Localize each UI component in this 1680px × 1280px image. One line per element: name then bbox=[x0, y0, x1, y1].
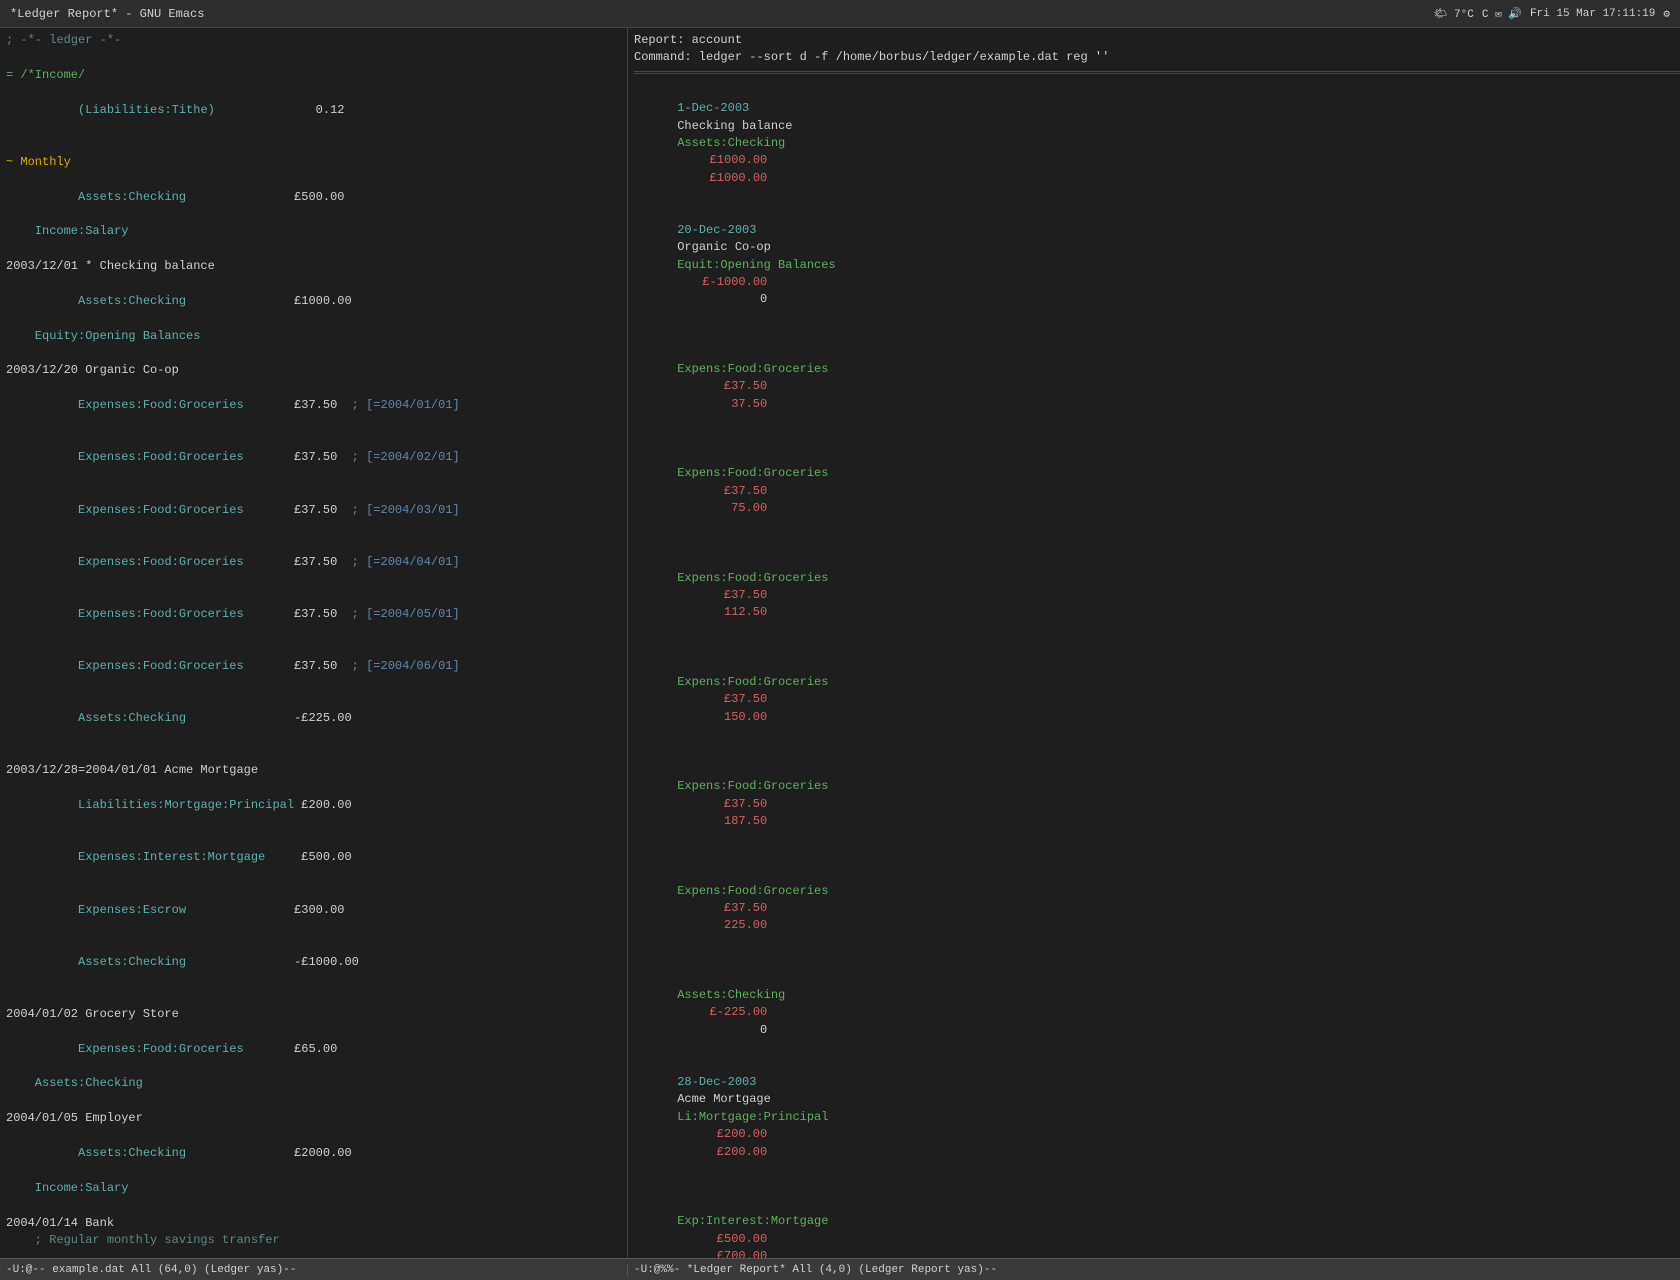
report-entry: 20-Dec-2003 Organic Co-op Equit:Opening … bbox=[634, 204, 1674, 326]
acme-mortgage-txn: 2003/12/28=2004/01/01 Acme Mortgage bbox=[6, 762, 621, 779]
organic-coop-txn: 2003/12/20 Organic Co-op bbox=[6, 362, 621, 379]
report-entry-row: Exp:Interest:Mortgage £500.00 £700.00 bbox=[634, 1178, 1674, 1258]
report-separator: ════════════════════════════════════════… bbox=[634, 67, 1674, 83]
periodic-transaction: ~ Monthly bbox=[6, 154, 621, 171]
grocery-store-txn-01: 2004/01/02 Grocery Store bbox=[6, 1006, 621, 1023]
bank-txn-01: 2004/01/14 Bank bbox=[6, 1215, 621, 1232]
statusbar: -U:@-- example.dat All (64,0) (Ledger ya… bbox=[0, 1258, 1680, 1280]
statusbar-left: -U:@-- example.dat All (64,0) (Ledger ya… bbox=[0, 1264, 628, 1276]
report-entry: 28-Dec-2003 Acme Mortgage Li:Mortgage:Pr… bbox=[634, 1057, 1674, 1179]
report-entry-row: Expens:Food:Groceries £37.50 187.50 bbox=[634, 744, 1674, 848]
right-report-pane: Report: account Command: ledger --sort d… bbox=[628, 28, 1680, 1258]
clock-display: Fri 15 Mar 17:11:19 bbox=[1530, 8, 1655, 20]
report-header: Report: account bbox=[634, 32, 1674, 49]
settings-icon[interactable]: ⚙ bbox=[1663, 7, 1670, 21]
weather-display: 🌤 7°C bbox=[1433, 7, 1473, 21]
titlebar-right: 🌤 7°C C ✉ 🔊 Fri 15 Mar 17:11:19 ⚙ bbox=[1433, 7, 1670, 21]
report-entry-row: Expens:Food:Groceries £37.50 75.00 bbox=[634, 431, 1674, 535]
checking-balance-txn: 2003/12/01 * Checking balance bbox=[6, 258, 621, 275]
report-entry-row: Expens:Food:Groceries £37.50 37.50 bbox=[634, 326, 1674, 430]
automated-transaction-header: = /*Income/ bbox=[6, 67, 621, 84]
report-entry-row: Expens:Food:Groceries £37.50 225.00 bbox=[634, 848, 1674, 952]
statusbar-right: -U:@%%- *Ledger Report* All (4,0) (Ledge… bbox=[628, 1264, 1680, 1276]
report-entry: 1-Dec-2003 Checking balance Assets:Check… bbox=[634, 83, 1674, 205]
salary-posting: Income:Salary bbox=[6, 223, 621, 240]
titlebar: *Ledger Report* - GNU Emacs 🌤 7°C C ✉ 🔊 … bbox=[0, 0, 1680, 28]
checking-posting: Assets:Checking £500.00 bbox=[6, 171, 621, 223]
ledger-directive-line: ; -*- ledger -*- bbox=[6, 32, 621, 49]
report-entry-row: Expens:Food:Groceries £37.50 150.00 bbox=[634, 639, 1674, 743]
tithe-posting: (Liabilities:Tithe) 0.12 bbox=[6, 84, 621, 136]
report-entry-row: Expens:Food:Groceries £37.50 112.50 bbox=[634, 535, 1674, 639]
main-content: ; -*- ledger -*- = /*Income/ (Liabilitie… bbox=[0, 28, 1680, 1258]
left-editor-pane[interactable]: ; -*- ledger -*- = /*Income/ (Liabilitie… bbox=[0, 28, 628, 1258]
titlebar-title: *Ledger Report* - GNU Emacs bbox=[10, 7, 204, 21]
report-entry-row: Assets:Checking £-225.00 0 bbox=[634, 952, 1674, 1056]
system-icons: C ✉ 🔊 bbox=[1482, 7, 1522, 21]
employer-txn: 2004/01/05 Employer bbox=[6, 1110, 621, 1127]
report-command: Command: ledger --sort d -f /home/borbus… bbox=[634, 49, 1674, 66]
